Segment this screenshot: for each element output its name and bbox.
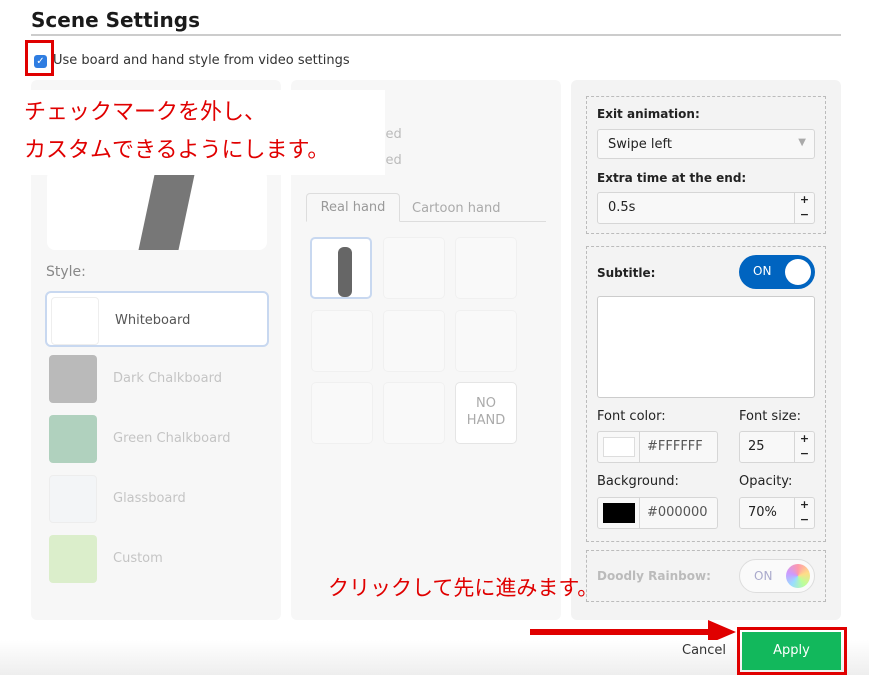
subtitle-textarea[interactable]	[597, 296, 815, 398]
tab-real-hand[interactable]: Real hand	[306, 193, 400, 222]
use-video-settings-label: Use board and hand style from video sett…	[53, 53, 350, 68]
style-item-dark-chalkboard[interactable]: Dark Chalkboard	[45, 351, 269, 407]
font-size-value: 25	[748, 439, 765, 454]
style-item-label: Custom	[113, 551, 163, 566]
background-color-picker[interactable]: #000000	[597, 497, 718, 529]
rainbow-section: Doodly Rainbow: ON	[586, 550, 826, 602]
font-color-value: #FFFFFF	[639, 432, 710, 462]
divider	[31, 34, 841, 36]
opacity-input[interactable]: 70% + −	[739, 497, 815, 529]
exit-section: Exit animation: Swipe left ▼ Extra time a…	[586, 96, 826, 234]
font-color-label: Font color:	[597, 409, 666, 424]
no-hand-option[interactable]: NO HAND	[455, 382, 517, 444]
annotation-apply-text: クリックして先に進みます。	[328, 576, 599, 600]
extra-time-input[interactable]: 0.5s + −	[597, 192, 815, 224]
hand-option-5[interactable]	[383, 310, 445, 372]
subtitle-section: Subtitle: ON Font color: Font size: #FFF…	[586, 246, 826, 542]
rainbow-icon	[786, 564, 810, 588]
exit-animation-value: Swipe left	[608, 137, 672, 152]
extra-time-stepper[interactable]: + −	[794, 193, 814, 223]
opacity-stepper[interactable]: + −	[794, 498, 814, 528]
hand-preview-icon	[138, 170, 196, 250]
toggle-state: ON	[754, 569, 773, 583]
opacity-value: 70%	[748, 505, 777, 520]
dark-chalkboard-swatch	[49, 355, 97, 403]
style-item-label: Green Chalkboard	[113, 431, 231, 446]
style-item-green-chalkboard[interactable]: Green Chalkboard	[45, 411, 269, 467]
tab-cartoon-hand[interactable]: Cartoon hand	[412, 201, 500, 216]
annotation-text: カスタムできるようにします。	[24, 138, 330, 163]
annotation-checkbox-highlight	[25, 40, 54, 76]
font-size-stepper[interactable]: + −	[794, 432, 814, 462]
exit-animation-select[interactable]: Swipe left ▼	[597, 129, 815, 159]
style-item-label: Dark Chalkboard	[113, 371, 222, 386]
green-chalkboard-swatch	[49, 415, 97, 463]
hand-option-8[interactable]	[383, 382, 445, 444]
board-preview	[47, 170, 267, 250]
subtitle-toggle[interactable]: ON	[739, 255, 815, 289]
page-title: Scene Settings	[31, 8, 200, 32]
hand-icon	[338, 247, 352, 297]
hand-option-1[interactable]	[310, 237, 372, 299]
custom-swatch	[49, 535, 97, 583]
background-label: Background:	[597, 474, 679, 489]
scene-options-panel: Exit animation: Swipe left ▼ Extra time a…	[571, 80, 841, 620]
font-color-swatch	[603, 437, 635, 457]
style-item-whiteboard[interactable]: Whiteboard	[45, 291, 269, 347]
rainbow-label: Doodly Rainbow:	[597, 569, 711, 583]
toggle-state: ON	[753, 264, 772, 278]
cancel-button[interactable]: Cancel	[682, 643, 726, 658]
hand-option-6[interactable]	[455, 310, 517, 372]
opacity-label: Opacity:	[739, 474, 793, 489]
whiteboard-swatch	[51, 297, 99, 345]
style-label: Style:	[46, 264, 86, 280]
hand-option-4[interactable]	[311, 310, 373, 372]
toggle-knob	[785, 259, 811, 285]
style-item-custom[interactable]: Custom	[45, 531, 269, 587]
extra-time-label: Extra time at the end:	[597, 171, 747, 185]
background-color-value: #000000	[639, 498, 715, 528]
hand-option-7[interactable]	[311, 382, 373, 444]
subtitle-label: Subtitle:	[597, 266, 656, 280]
glassboard-swatch	[49, 475, 97, 523]
annotation-box: チェックマークを外し、 カスタムできるようにします。	[20, 90, 385, 175]
apply-button[interactable]: Apply	[742, 632, 841, 670]
exit-animation-label: Exit animation:	[597, 107, 700, 121]
background-color-swatch	[603, 503, 635, 523]
annotation-text: チェックマークを外し、	[24, 100, 267, 125]
style-item-label: Whiteboard	[115, 313, 191, 328]
font-color-picker[interactable]: #FFFFFF	[597, 431, 718, 463]
extra-time-value: 0.5s	[608, 200, 636, 215]
rainbow-toggle[interactable]: ON	[739, 559, 815, 593]
font-size-input[interactable]: 25 + −	[739, 431, 815, 463]
annotation-arrow-shaft	[530, 629, 710, 635]
font-size-label: Font size:	[739, 409, 802, 424]
style-item-label: Glassboard	[113, 491, 186, 506]
hand-option-2[interactable]	[383, 237, 445, 299]
style-item-glassboard[interactable]: Glassboard	[45, 471, 269, 527]
hand-option-3[interactable]	[455, 237, 517, 299]
dropdown-arrow-icon: ▼	[798, 137, 806, 148]
